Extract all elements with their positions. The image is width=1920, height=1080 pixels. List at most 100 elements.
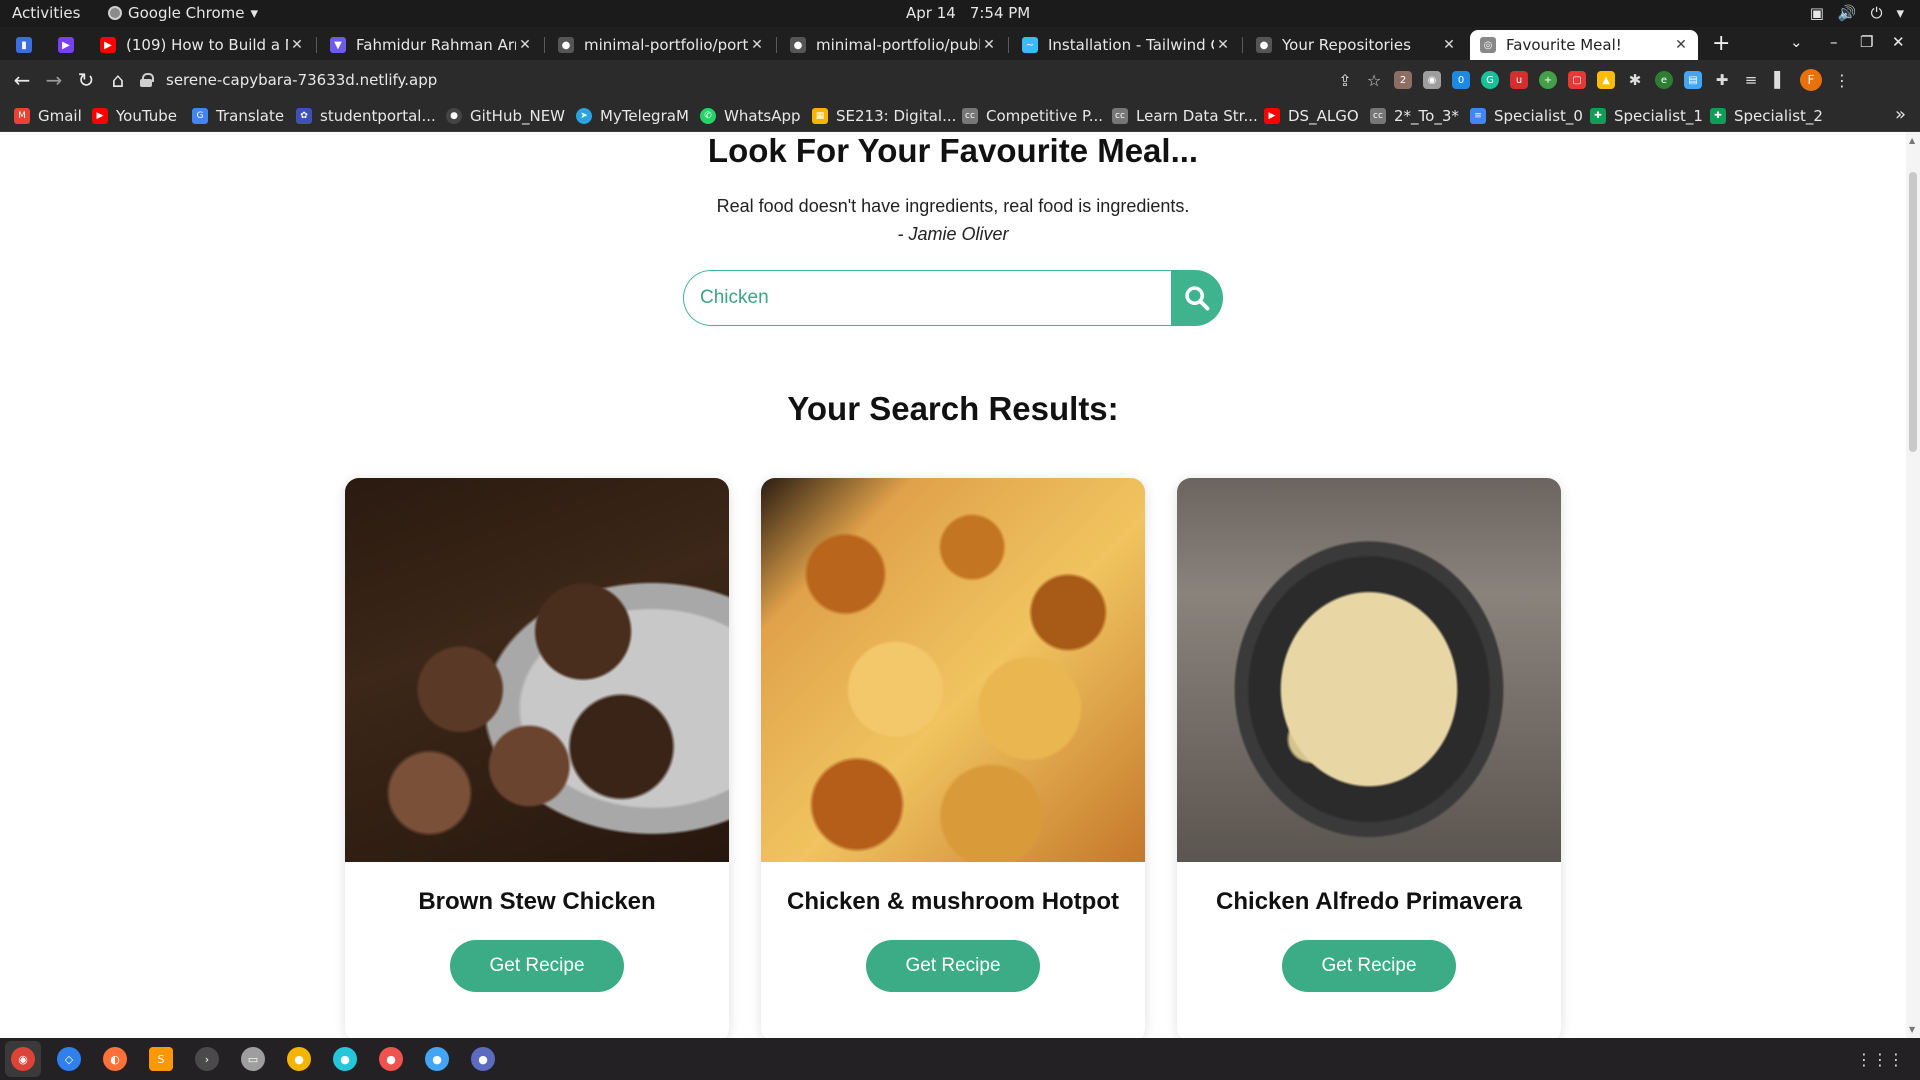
reload-icon[interactable]: ↻ [74, 68, 98, 92]
tab-favourite-meal[interactable]: ◎ Favourite Meal! ✕ [1470, 30, 1698, 60]
bookmark-label: SE213: Digital... [836, 107, 957, 125]
close-icon[interactable]: ✕ [1672, 37, 1690, 53]
react-icon[interactable]: ✱ [1626, 71, 1644, 89]
scroll-down-icon[interactable]: ▼ [1909, 1025, 1915, 1034]
extension-icon[interactable]: 0 [1452, 71, 1470, 89]
tab-pinned-app[interactable]: ▶ [48, 30, 90, 60]
extension-icon[interactable]: 2 [1394, 71, 1412, 89]
dock-active-slot[interactable]: ◉ [5, 1041, 41, 1077]
profile-avatar[interactable]: F [1800, 69, 1822, 91]
close-icon[interactable]: ✕ [288, 37, 306, 53]
analytics-icon: ▮ [16, 37, 32, 53]
files-icon[interactable]: ▭ [241, 1047, 265, 1071]
back-icon[interactable]: ← [10, 68, 34, 92]
bookmark-gmail[interactable]: M Gmail [14, 107, 82, 125]
bookmark-label: Specialist_0 [1494, 107, 1583, 125]
tab-tailwind[interactable]: ~ Installation - Tailwind CS ✕ [1012, 30, 1240, 60]
reading-list-icon[interactable]: ≡ [1742, 71, 1760, 89]
side-panel-icon[interactable]: ▌ [1771, 71, 1789, 89]
kebab-menu-icon[interactable]: ⋮ [1833, 71, 1851, 90]
share-icon[interactable]: ⇪ [1336, 71, 1354, 90]
camera-icon[interactable]: ◉ [1423, 71, 1441, 89]
bookmark-se213[interactable]: ▦ SE213: Digital... [812, 107, 956, 125]
bookmark-whatsapp[interactable]: ✆ WhatsApp [700, 107, 801, 125]
tab-strip: ▮ ▶ ▶ (109) How to Build a Min ✕ ▼ Fahmi… [0, 27, 1920, 60]
close-icon[interactable]: ✕ [748, 37, 766, 53]
window-close-icon[interactable]: ✕ [1892, 33, 1905, 51]
system-top-bar: Activities Google Chrome ▾ Apr 14 7:54 P… [0, 0, 1920, 27]
tab-repositories[interactable]: ● Your Repositories ✕ [1246, 30, 1466, 60]
search-button[interactable] [1171, 270, 1223, 326]
clock[interactable]: Apr 14 7:54 PM [906, 4, 1030, 22]
app-icon[interactable]: ● [333, 1047, 357, 1071]
forward-icon[interactable]: → [42, 68, 66, 92]
app-grid-icon[interactable]: ⋮⋮⋮ [1856, 1050, 1904, 1069]
app-menu-label: Google Chrome [128, 4, 245, 22]
bookmark-specialist-2[interactable]: ✚ Specialist_2 [1710, 107, 1823, 125]
app-menu[interactable]: Google Chrome ▾ [108, 4, 258, 22]
evernote-icon[interactable]: e [1655, 71, 1673, 89]
bookmark-star-icon[interactable]: ☆ [1365, 71, 1383, 90]
close-icon[interactable]: ✕ [980, 37, 998, 53]
ublock-icon[interactable]: u [1510, 71, 1528, 89]
minimize-icon[interactable]: – [1830, 33, 1838, 51]
firefox-icon[interactable]: ◐ [103, 1047, 127, 1071]
page-scrollbar[interactable]: ▲ ▼ [1906, 132, 1920, 1038]
bookmark-competitive[interactable]: cc Competitive P... [962, 107, 1103, 125]
bookmark-translate[interactable]: G Translate [192, 107, 284, 125]
home-icon[interactable]: ⌂ [106, 68, 130, 92]
close-icon[interactable]: ✕ [516, 37, 534, 53]
close-icon[interactable]: ✕ [1214, 37, 1232, 53]
close-icon[interactable]: ✕ [1440, 37, 1458, 53]
extension-icon[interactable]: ▤ [1684, 71, 1702, 89]
telegram-icon: ➤ [576, 108, 592, 124]
bookmark-studentportal[interactable]: ✿ studentportal... [296, 107, 436, 125]
scroll-up-icon[interactable]: ▲ [1909, 136, 1915, 145]
bookmark-specialist-1[interactable]: ✚ Specialist_1 [1590, 107, 1703, 125]
puzzle-icon[interactable]: ✚ [1713, 71, 1731, 89]
tab-github-portfolio[interactable]: ● minimal-portfolio/portf ✕ [548, 30, 774, 60]
activities-button[interactable]: Activities [12, 4, 80, 22]
search-input[interactable] [683, 270, 1172, 326]
bookmark-specialist-0[interactable]: ≡ Specialist_0 [1470, 107, 1583, 125]
bookmark-learn-ds[interactable]: cc Learn Data Str... [1112, 107, 1258, 125]
get-recipe-button[interactable]: Get Recipe [450, 940, 624, 992]
maximize-icon[interactable]: ❐ [1860, 33, 1873, 51]
tab-label: Favourite Meal! [1506, 36, 1622, 54]
bookmark-2-to-3[interactable]: cc 2*_To_3* [1370, 107, 1459, 125]
tab-pinned-analytics[interactable]: ▮ [6, 30, 48, 60]
bookmark-youtube[interactable]: ▶ YouTube [92, 107, 177, 125]
tab-label: minimal-portfolio/publi [816, 36, 980, 54]
tab-search-icon[interactable]: ⌄ [1790, 33, 1803, 51]
vscode-icon[interactable]: ◇ [57, 1047, 81, 1071]
tab-github-public[interactable]: ● minimal-portfolio/publi ✕ [780, 30, 1006, 60]
scrollbar-thumb[interactable] [1909, 172, 1917, 452]
meal-image [761, 478, 1145, 862]
drive-icon[interactable]: ▲ [1597, 71, 1615, 89]
app-icon[interactable]: ● [287, 1047, 311, 1071]
get-recipe-button[interactable]: Get Recipe [1282, 940, 1456, 992]
tab-label: (109) How to Build a Min [126, 36, 288, 54]
new-tab-button[interactable]: + [1712, 31, 1730, 56]
bookmark-label: Learn Data Str... [1136, 107, 1258, 125]
system-tray[interactable]: ▣ 🔊 ⏻ ▾ [1810, 4, 1904, 22]
get-recipe-button[interactable]: Get Recipe [866, 940, 1040, 992]
extension-icon[interactable]: + [1539, 71, 1557, 89]
grammarly-icon[interactable]: G [1481, 71, 1499, 89]
app-icon[interactable]: ● [425, 1047, 449, 1071]
tab-portfolio[interactable]: ▼ Fahmidur Rahman Arnob ✕ [320, 30, 542, 60]
bookmark-telegram[interactable]: ➤ MyTelegraM [576, 107, 689, 125]
terminal-icon[interactable]: › [195, 1047, 219, 1071]
bookmark-github-new[interactable]: ● GitHub_NEW [446, 107, 565, 125]
bookmarks-overflow-icon[interactable]: » [1895, 104, 1906, 125]
app-icon[interactable]: ● [471, 1047, 495, 1071]
app-icon[interactable]: ● [379, 1047, 403, 1071]
bookmark-ds-algo[interactable]: ▶ DS_ALGO [1264, 107, 1359, 125]
portal-icon: ✿ [296, 108, 312, 124]
tab-youtube[interactable]: ▶ (109) How to Build a Min ✕ [90, 30, 314, 60]
extension-icon[interactable]: ▢ [1568, 71, 1586, 89]
address-bar[interactable]: serene-capybara-73633d.netlify.app [140, 66, 1380, 94]
meal-image [345, 478, 729, 862]
sublime-icon[interactable]: S [149, 1047, 173, 1071]
bookmark-label: Competitive P... [986, 107, 1103, 125]
